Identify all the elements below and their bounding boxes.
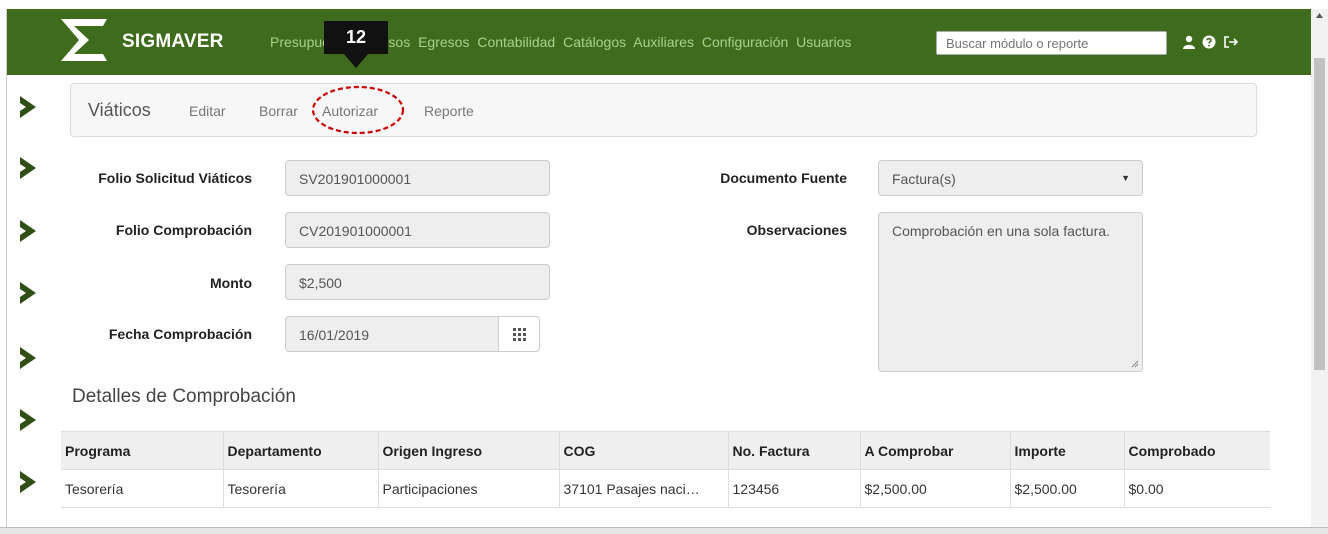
module-search-input[interactable] (936, 31, 1167, 55)
table-cell: Tesorería (61, 469, 223, 508)
details-table: Programa Departamento Origen Ingreso COG… (61, 431, 1270, 508)
nav-item-usuarios[interactable]: Usuarios (796, 34, 851, 50)
folio-comprobacion-field[interactable]: CV201901000001 (285, 212, 550, 248)
sidebar-expand-icon[interactable] (18, 280, 38, 306)
column-header[interactable]: A Comprobar (859, 431, 1010, 470)
fecha-comprobacion-label: Fecha Comprobación (108, 326, 252, 342)
documento-fuente-value: Factura(s) (892, 171, 956, 187)
documento-fuente-select[interactable]: Factura(s) ▼ (878, 160, 1143, 196)
callout-number: 12 (345, 27, 367, 47)
sidebar-expand-icon[interactable] (18, 218, 38, 244)
nav-item-auxiliares[interactable]: Auxiliares (633, 34, 694, 50)
delete-link[interactable]: Borrar (259, 103, 298, 119)
calendar-grid-icon (513, 328, 526, 341)
table-cell: 123456 (727, 469, 860, 508)
scrollbar-thumb[interactable] (1314, 58, 1325, 370)
nav-item-egresos[interactable]: Egresos (418, 34, 469, 50)
sidebar-expand-icon[interactable] (18, 407, 38, 433)
chevron-down-icon: ▼ (1121, 173, 1130, 183)
top-navbar: SIGMAVER Presupuesto Ingresos Egresos Co… (7, 9, 1311, 75)
module-toolbar: Viáticos Editar Borrar Autorizar Reporte (70, 83, 1257, 137)
resize-handle-icon[interactable] (1131, 360, 1139, 368)
fecha-comprobacion-field[interactable]: 16/01/2019 (285, 316, 499, 352)
column-header[interactable]: COG (558, 431, 728, 470)
step-callout-marker: 12 (324, 21, 388, 69)
sidebar-expand-icon[interactable] (18, 345, 38, 371)
documento-fuente-label: Documento Fuente (720, 170, 847, 186)
help-icon[interactable] (1202, 35, 1216, 54)
edit-link[interactable]: Editar (189, 103, 226, 119)
window-bottom-edge (0, 527, 1328, 534)
table-header-row: Programa Departamento Origen Ingreso COG… (61, 431, 1270, 470)
column-header[interactable]: Programa (61, 431, 223, 470)
brand-name: SIGMAVER (122, 31, 224, 52)
brand-logo[interactable]: SIGMAVER (59, 17, 234, 65)
monto-label: Monto (210, 275, 252, 291)
sidebar-expand-icon[interactable] (18, 94, 38, 120)
table-cell: Participaciones (377, 469, 559, 508)
table-cell: Tesorería (222, 469, 378, 508)
column-header[interactable]: Comprobado (1123, 431, 1270, 470)
table-row[interactable]: Tesorería Tesorería Participaciones 3710… (61, 469, 1270, 508)
nav-item-configuracion[interactable]: Configuración (702, 34, 788, 50)
column-header[interactable]: No. Factura (727, 431, 860, 470)
details-section-title: Detalles de Comprobación (72, 386, 296, 407)
nav-icon-group (1182, 35, 1241, 54)
logout-icon[interactable] (1223, 35, 1239, 54)
sigma-logo-icon (61, 19, 107, 61)
window-left-edge (0, 9, 7, 534)
calendar-button[interactable] (498, 316, 540, 352)
table-cell: $2,500.00 (859, 469, 1010, 508)
observaciones-text: Comprobación en una sola factura. (892, 223, 1110, 239)
column-header[interactable]: Departamento (222, 431, 378, 470)
observaciones-label: Observaciones (746, 222, 847, 238)
table-cell: $2,500.00 (1009, 469, 1124, 508)
table-cell: $0.00 (1123, 469, 1270, 508)
user-icon[interactable] (1182, 35, 1196, 54)
module-title: Viáticos (88, 100, 151, 120)
nav-item-contabilidad[interactable]: Contabilidad (477, 34, 555, 50)
highlight-ring (311, 85, 405, 135)
observaciones-textarea[interactable]: Comprobación en una sola factura. (878, 212, 1143, 372)
folio-solicitud-field[interactable]: SV201901000001 (285, 160, 550, 196)
report-link[interactable]: Reporte (424, 103, 474, 119)
column-header[interactable]: Importe (1009, 431, 1124, 470)
table-cell: 37101 Pasajes naci… (558, 469, 728, 508)
nav-item-catalogos[interactable]: Catálogos (563, 34, 626, 50)
sidebar-expand-icon[interactable] (18, 155, 38, 181)
column-header[interactable]: Origen Ingreso (377, 431, 559, 470)
folio-solicitud-label: Folio Solicitud Viáticos (98, 170, 252, 186)
sidebar-expand-icon[interactable] (18, 469, 38, 495)
monto-field[interactable]: $2,500 (285, 264, 550, 300)
scroll-up-arrow-icon[interactable] (1316, 13, 1323, 18)
folio-comprobacion-label: Folio Comprobación (115, 222, 252, 238)
